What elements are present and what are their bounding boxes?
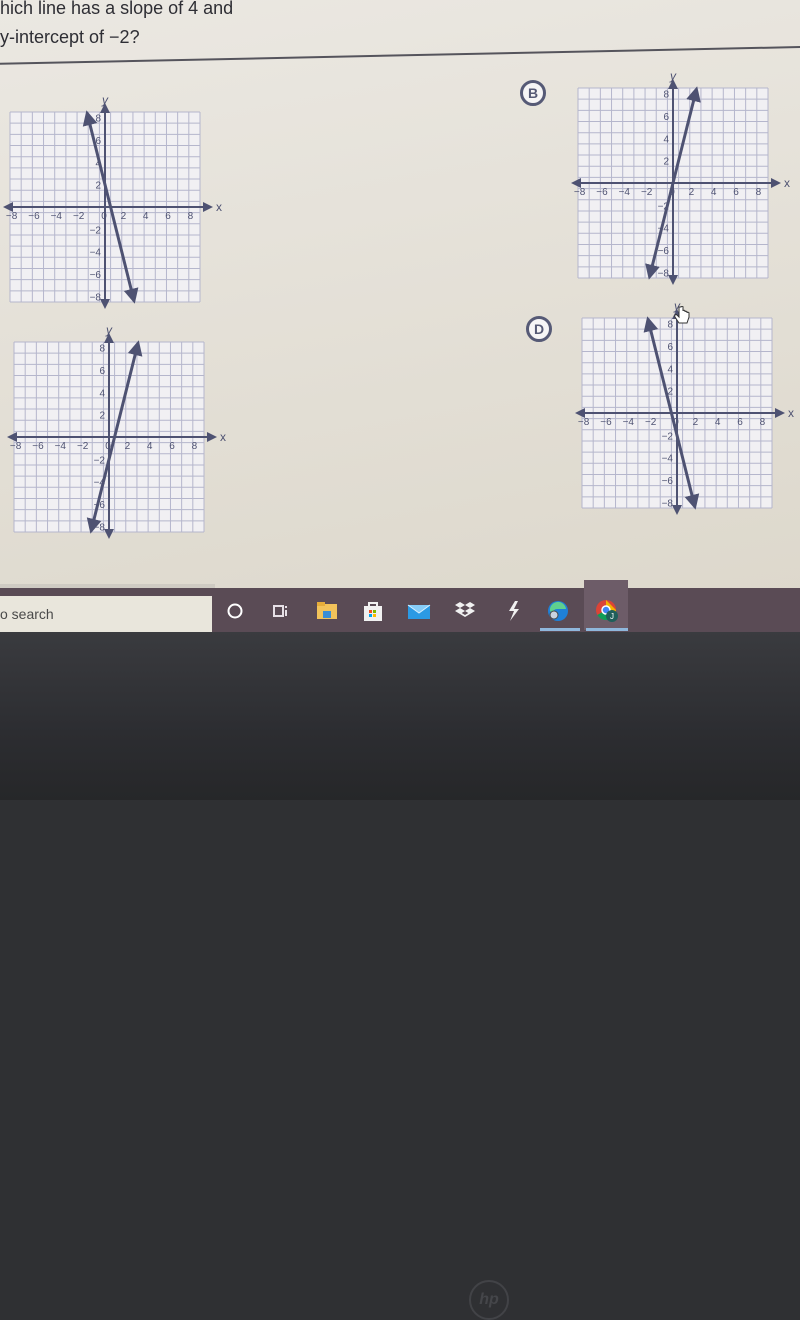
edge-running-indicator: [540, 628, 580, 631]
mail-icon[interactable]: [406, 598, 432, 624]
y-axis-label: y: [105, 323, 113, 337]
x-tick-label: 4: [143, 211, 149, 222]
y-tick-label: −4: [662, 454, 674, 465]
y-tick-label: −6: [658, 246, 670, 257]
question-line-1: hich line has a slope of 4 and: [0, 0, 234, 18]
hand-pointer-cursor-icon: [674, 306, 690, 324]
x-tick-label: 2: [689, 187, 695, 198]
y-tick-label: −8: [90, 292, 102, 303]
x-tick-label: 0: [101, 211, 107, 222]
y-tick-label: 4: [667, 364, 673, 375]
edge-icon[interactable]: [545, 598, 571, 624]
y-tick-label: −2: [94, 455, 106, 466]
x-tick-label: −2: [77, 441, 89, 452]
y-tick-label: 6: [663, 112, 669, 123]
x-axis-label: x: [788, 406, 794, 420]
y-tick-label: 8: [99, 344, 105, 355]
file-explorer-icon[interactable]: [314, 598, 340, 624]
y-tick-label: −6: [90, 270, 102, 281]
option-c-graph[interactable]: x y −8 −6 −4 −2 0 2 4 6 8 8 6 4 2 −2 −4 −6 −8: [7, 323, 226, 539]
option-b-radio[interactable]: B: [520, 80, 546, 106]
y-tick-label: 8: [663, 90, 669, 101]
x-tick-label: 4: [147, 441, 153, 452]
laptop-bezel: hp: [0, 632, 800, 1320]
y-tick-label: 6: [667, 342, 673, 353]
x-tick-label: −4: [55, 441, 67, 452]
y-tick-label: −8: [658, 268, 670, 279]
x-axis-label: x: [220, 430, 226, 444]
y-tick-label: −8: [94, 522, 106, 533]
x-tick-label: 2: [693, 417, 699, 428]
x-axis-label: x: [784, 176, 790, 190]
question-line-2: y-intercept of −2?: [0, 27, 140, 47]
y-tick-label: 2: [663, 157, 669, 168]
bolt-app-icon[interactable]: [500, 598, 526, 624]
x-axis-label: x: [216, 200, 222, 214]
x-tick-label: −8: [6, 211, 18, 222]
x-tick-label: −6: [28, 211, 40, 222]
dropbox-icon[interactable]: [452, 598, 478, 624]
x-tick-label: −8: [10, 441, 22, 452]
x-tick-label: −6: [32, 441, 44, 452]
x-tick-label: −8: [574, 187, 586, 198]
y-tick-label: 8: [95, 114, 101, 125]
x-tick-label: 6: [169, 441, 175, 452]
x-tick-label: 6: [733, 187, 739, 198]
y-tick-label: −2: [90, 225, 102, 236]
x-tick-label: 2: [125, 441, 131, 452]
task-view-icon[interactable]: [268, 598, 294, 624]
coordinate-plane: xy−8−6−4−2024688642−2−4−6−8: [3, 93, 222, 309]
x-tick-label: −4: [623, 417, 635, 428]
x-tick-label: 4: [711, 187, 717, 198]
x-tick-label: 2: [121, 211, 127, 222]
y-tick-label: 4: [663, 134, 669, 145]
chrome-profile-initial: J: [610, 612, 614, 621]
y-tick-label: 2: [95, 181, 101, 192]
x-tick-label: 8: [756, 187, 762, 198]
chrome-icon[interactable]: J: [594, 598, 620, 624]
x-tick-label: 8: [188, 211, 194, 222]
y-tick-label: 2: [99, 411, 105, 422]
y-tick-label: 4: [99, 388, 105, 399]
chrome-running-indicator: [586, 628, 628, 631]
y-axis-label: y: [669, 69, 677, 83]
y-tick-label: −8: [662, 498, 674, 509]
y-tick-label: −4: [90, 248, 102, 259]
x-tick-label: −2: [641, 187, 653, 198]
question-text: hich line has a slope of 4 and y-interce…: [0, 0, 233, 52]
search-placeholder: o search: [0, 606, 54, 622]
x-tick-label: −2: [73, 211, 85, 222]
coordinate-plane: xy−8−6−4−2024688642−2−4−6−8: [575, 299, 794, 515]
option-d-graph[interactable]: x y −8 −6 −4 −2 0 2 4 6 8 8 6 4 2 −2 −4 −6 −8: [575, 299, 794, 515]
y-tick-label: 6: [99, 366, 105, 377]
y-tick-label: −6: [662, 476, 674, 487]
x-tick-label: −6: [596, 187, 608, 198]
microsoft-store-icon[interactable]: [360, 598, 386, 624]
browser-page: hich line has a slope of 4 and y-interce…: [0, 0, 800, 600]
x-tick-label: −4: [51, 211, 63, 222]
cortana-circle-icon[interactable]: [222, 598, 248, 624]
option-b-graph[interactable]: xy−8−6−4−2024688642−2−4−6−8: [571, 69, 790, 285]
y-tick-label: 8: [667, 320, 673, 331]
option-d-radio[interactable]: D: [526, 316, 552, 342]
x-tick-label: 8: [760, 417, 766, 428]
coordinate-plane: xy−8−6−4−2024688642−2−4−6−8: [571, 69, 790, 285]
x-tick-label: 4: [715, 417, 721, 428]
taskbar-search-box[interactable]: o search: [0, 596, 212, 632]
y-axis-label: y: [101, 93, 109, 107]
x-tick-label: 8: [192, 441, 198, 452]
hp-logo-icon: hp: [469, 1280, 509, 1320]
option-a-graph[interactable]: x y −8 −6 −4 −2 0 2 4 6 8 8 6 4 2 −2 −4 −6 −8: [3, 93, 222, 309]
x-tick-label: 6: [737, 417, 743, 428]
x-tick-label: −4: [619, 187, 631, 198]
x-tick-label: −8: [578, 417, 590, 428]
x-tick-label: −2: [645, 417, 657, 428]
x-tick-label: −6: [600, 417, 612, 428]
x-tick-label: 6: [165, 211, 171, 222]
coordinate-plane: xy−8−6−4−2024688642−2−4−6−8: [7, 323, 226, 539]
y-tick-label: −2: [662, 431, 674, 442]
